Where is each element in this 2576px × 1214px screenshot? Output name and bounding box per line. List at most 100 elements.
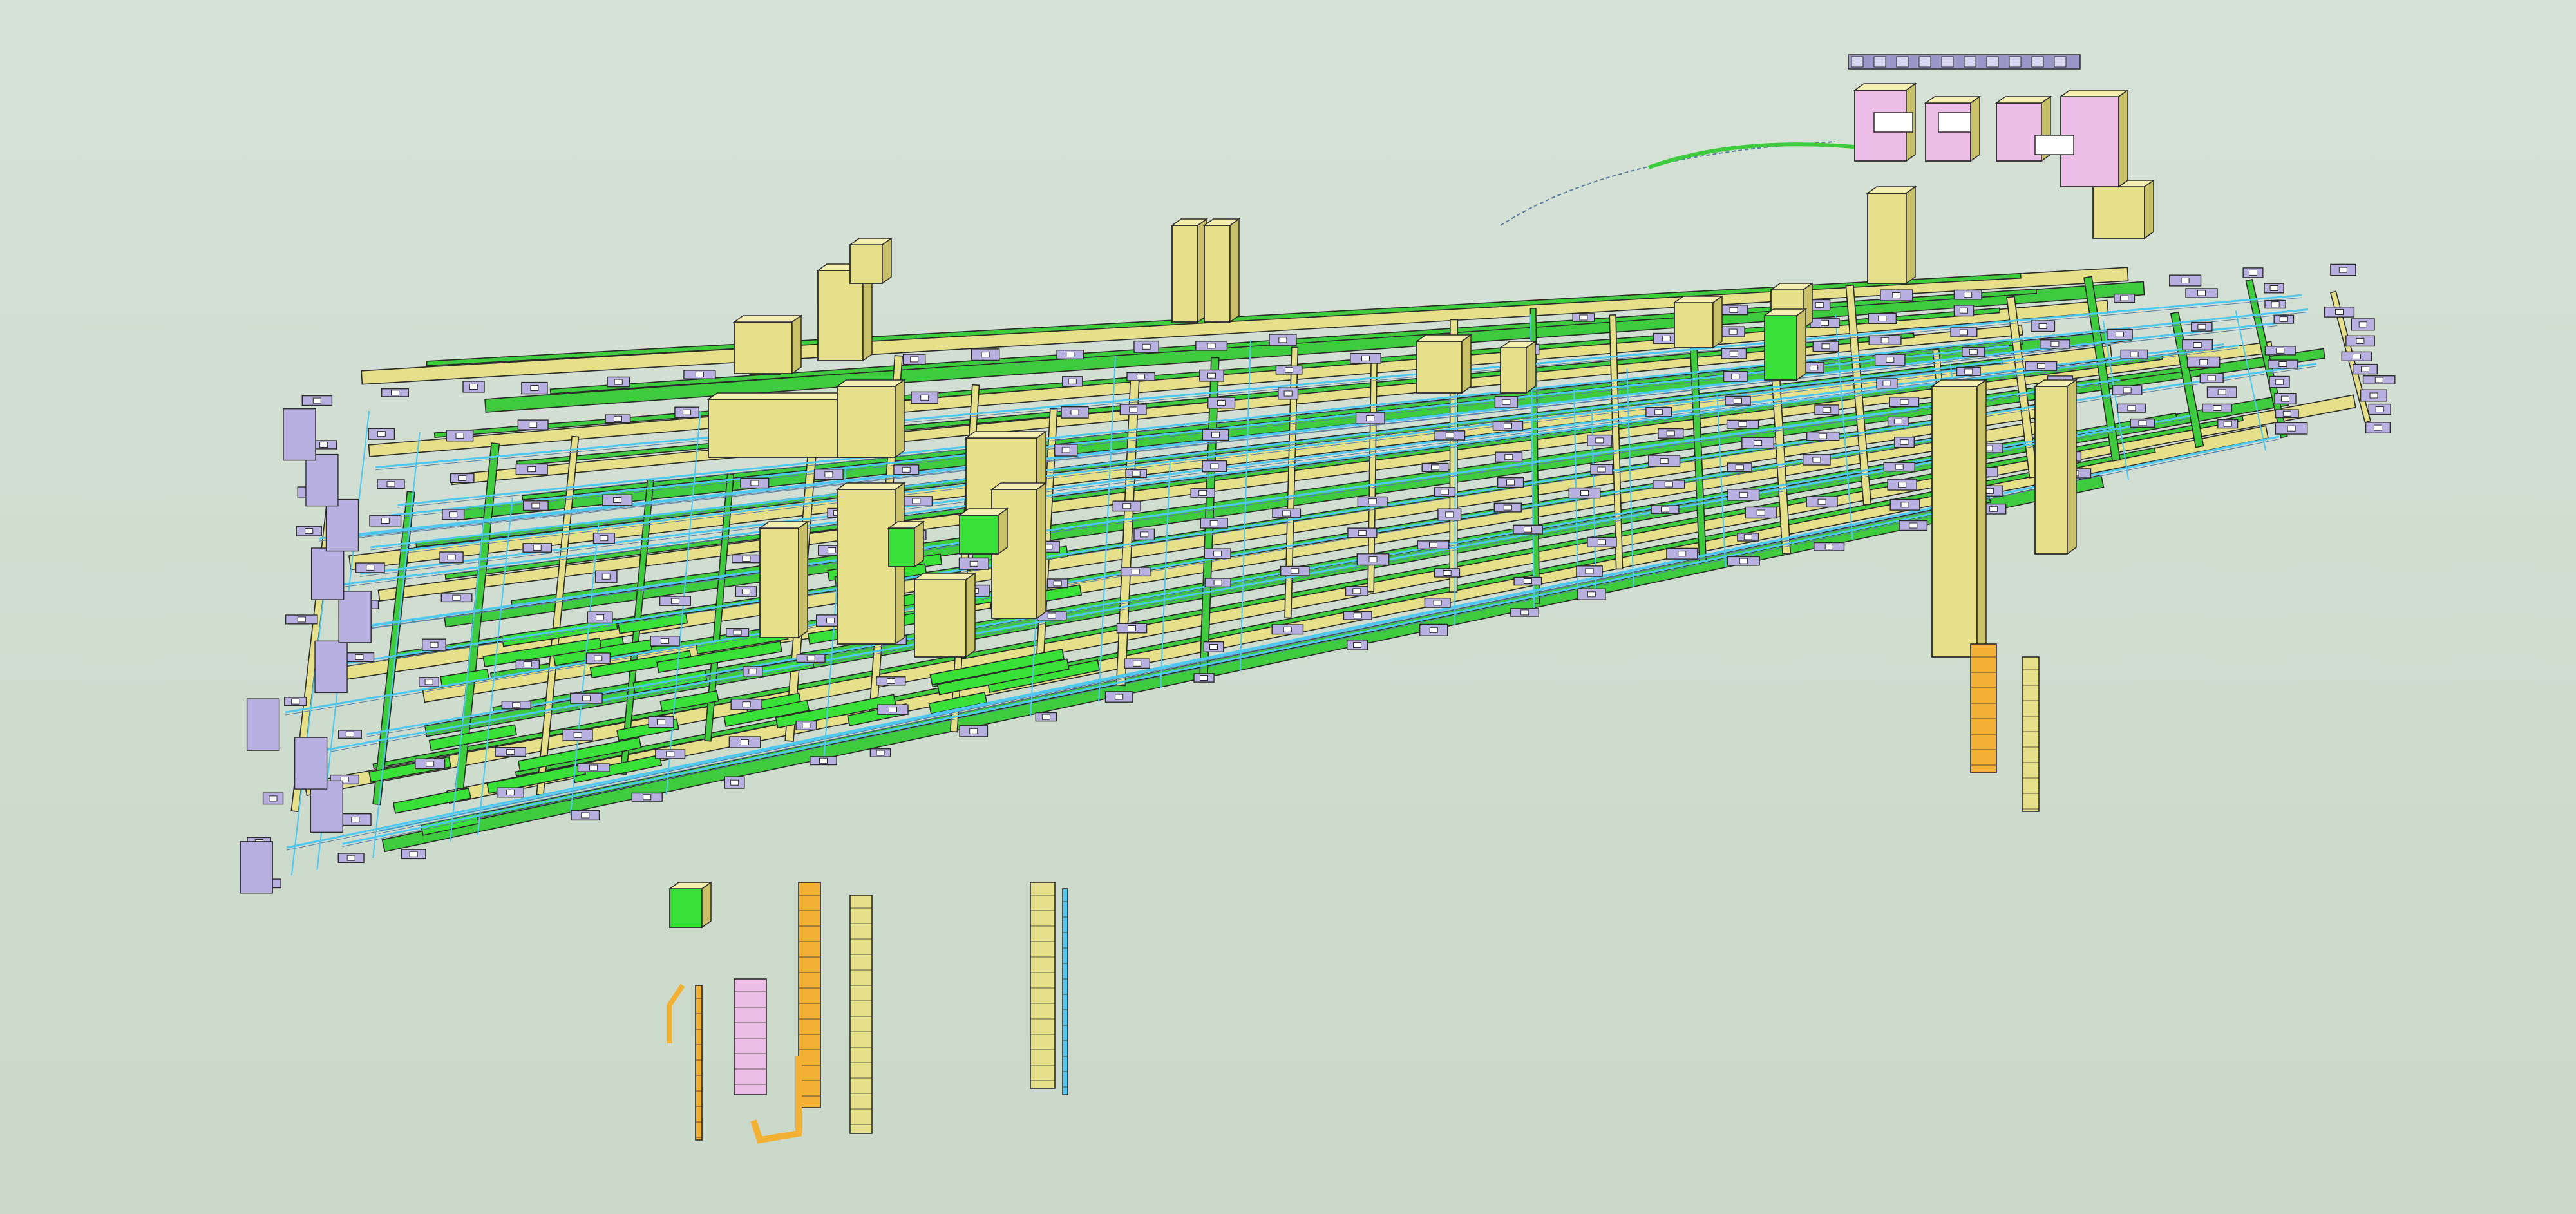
diffuser-neck [529, 422, 538, 428]
vertical-riser [849, 895, 873, 1134]
rack-module [1896, 56, 1909, 68]
diffuser-neck [589, 764, 598, 771]
diffuser-neck [1128, 625, 1136, 631]
diffuser-neck [1580, 490, 1589, 497]
diffuser-neck [802, 722, 811, 728]
air-handling-unit [1500, 347, 1527, 394]
diffuser-neck [969, 728, 978, 734]
diffuser-neck [2197, 290, 2206, 296]
diffuser-neck [1900, 439, 1909, 446]
diffuser-neck [2374, 424, 2382, 431]
diffuser-neck [1823, 406, 1832, 413]
diffuser-neck [1429, 627, 1438, 633]
air-diffuser-large [240, 841, 273, 894]
diffuser-neck [1819, 433, 1828, 439]
diffuser-neck [2369, 392, 2378, 399]
diffuser-neck [458, 475, 467, 481]
diffuser-neck [2050, 341, 2060, 347]
diffuser-neck [1728, 328, 1738, 335]
air-diffuser-large [314, 640, 348, 694]
diffuser-neck [366, 564, 375, 571]
air-handling-unit-side [2144, 179, 2154, 240]
diffuser-neck [661, 638, 670, 644]
diffuser-neck [902, 466, 911, 473]
diffuser-neck [1898, 482, 1907, 488]
return-duct-segment [392, 787, 471, 814]
air-handling-unit [1204, 225, 1231, 323]
fan-coil-unit-side [701, 881, 712, 929]
diffuser-neck [2223, 421, 2232, 427]
diffuser-neck [269, 795, 278, 802]
diffuser-neck [523, 661, 532, 668]
air-handling-unit-side [965, 572, 976, 658]
air-handling-unit-side [1712, 295, 1723, 349]
diffuser-neck [1443, 570, 1452, 576]
diffuser-neck [889, 707, 897, 713]
diffuser-neck [666, 751, 675, 757]
air-handling-unit [759, 527, 799, 638]
diffuser-neck [828, 547, 837, 554]
diffuser-neck [1524, 526, 1532, 533]
diffuser-neck [1729, 307, 1738, 313]
diffuser-neck [826, 618, 835, 624]
air-handling-unit [837, 489, 896, 645]
diffuser-neck [1217, 399, 1226, 406]
diffuser-neck [730, 779, 739, 786]
diffuser-neck [391, 390, 399, 396]
diffuser-neck [601, 573, 611, 580]
air-handling-unit-side [1461, 334, 1472, 394]
diffuser-neck [346, 855, 355, 861]
model-viewport[interactable] [0, 0, 2576, 1214]
diffuser-neck [1900, 502, 1909, 508]
diffuser-neck [613, 415, 622, 422]
diffuser-neck [742, 701, 751, 708]
vertical-riser [1062, 888, 1068, 1095]
diffuser-neck [351, 817, 360, 823]
diffuser-neck [1207, 343, 1216, 349]
diffuser-neck [1909, 522, 1918, 529]
vertical-riser [734, 978, 767, 1095]
air-handling-unit-side [2067, 379, 2077, 555]
air-handling-unit [1171, 225, 1198, 323]
diffuser-neck [1133, 660, 1142, 667]
diffuser-neck [531, 502, 540, 509]
diffuser-neck [806, 655, 815, 661]
diffuser-neck [1140, 531, 1149, 538]
fan-coil-unit-side [1796, 308, 1806, 381]
diffuser-neck [2356, 337, 2365, 344]
diffuser-neck [748, 668, 757, 674]
diffuser-neck [912, 498, 921, 504]
mep-model-drawing[interactable] [0, 0, 2576, 1214]
rack-module [2031, 56, 2044, 68]
diffuser-neck [573, 732, 582, 738]
diffuser-neck [297, 616, 306, 623]
diffuser-neck [2217, 389, 2226, 395]
diffuser-neck [886, 678, 895, 684]
air-handling-unit [914, 579, 967, 658]
rack-module [1851, 56, 1864, 68]
fan-coil-unit [669, 888, 703, 928]
air-handling-unit [837, 386, 896, 458]
diffuser-neck [1959, 307, 1968, 314]
diffuser-neck [1654, 409, 1663, 415]
air-handling-unit [2034, 386, 2068, 555]
air-handling-unit-top [964, 431, 1048, 439]
diffuser-neck [2276, 347, 2285, 354]
diffuser-neck [1664, 481, 1673, 488]
diffuser-neck [1595, 437, 1604, 444]
diffuser-neck [1817, 498, 1826, 505]
diffuser-neck [1506, 479, 1515, 486]
air-handling-unit [817, 270, 864, 361]
diffuser-neck [2269, 285, 2278, 291]
diffuser-neck [910, 356, 919, 363]
diffuser-neck [1047, 612, 1056, 619]
diffuser-neck [969, 560, 978, 567]
diffuser-neck [2193, 342, 2202, 348]
diffuser-neck [430, 641, 439, 648]
diffuser-neck [506, 749, 515, 755]
header-box [1873, 112, 1913, 133]
diffuser-neck [381, 518, 390, 524]
diffuser-neck [1210, 463, 1219, 469]
diffuser-neck [741, 589, 750, 595]
diffuser-neck [2130, 351, 2139, 357]
